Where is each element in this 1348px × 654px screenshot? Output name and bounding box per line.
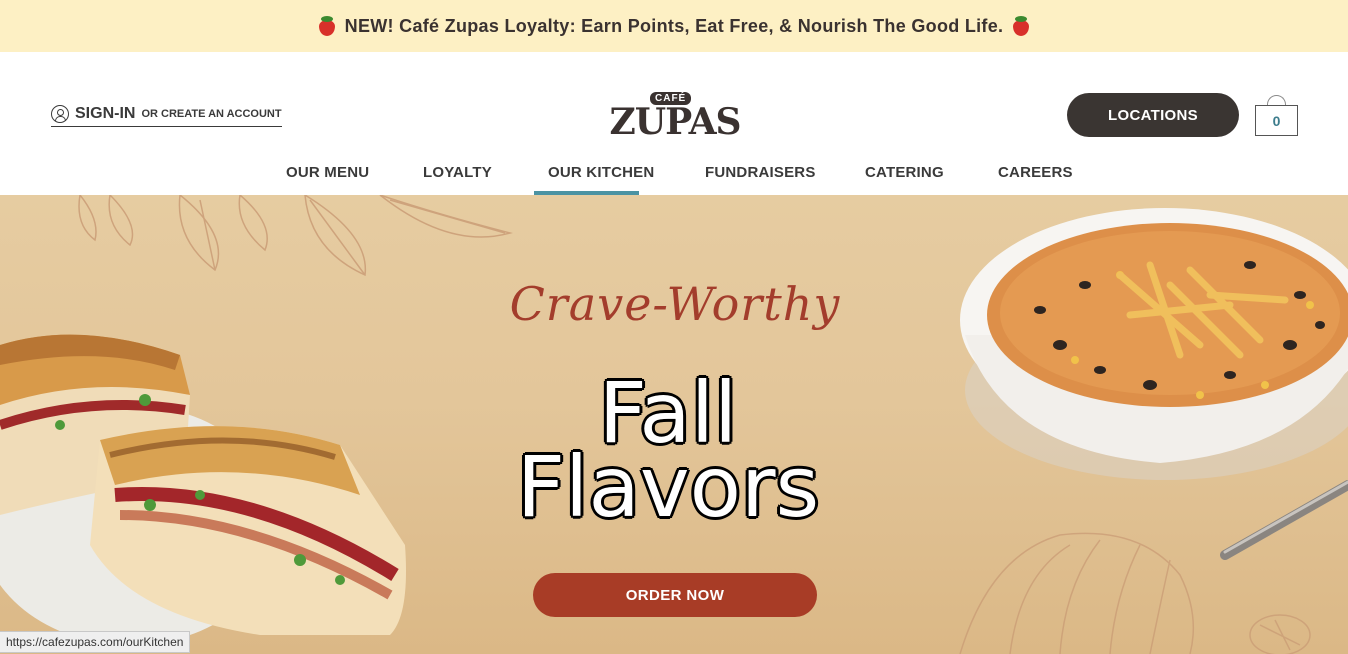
leaf-decoration (78, 195, 513, 277)
shell-decoration (959, 532, 1311, 654)
cart-count: 0 (1255, 105, 1298, 136)
nav-item-fundraisers[interactable]: FUNDRAISERS (705, 164, 816, 181)
hero-title-line2: Flavors (516, 438, 820, 536)
site-logo[interactable]: CAFÉ ZUPAS (604, 92, 746, 142)
sandwich-image (0, 334, 406, 645)
hero-script-title: Crave-Worthy (509, 277, 841, 331)
logo-zupas-text: ZUPAS (609, 101, 741, 143)
strawberry-icon (317, 15, 337, 37)
spoon-image (1220, 480, 1348, 560)
main-nav: OUR MENU LOYALTY OUR KITCHEN FUNDRAISERS… (0, 160, 1348, 195)
sign-in-label[interactable]: SIGN-IN (75, 105, 135, 123)
nav-item-our-kitchen[interactable]: OUR KITCHEN (548, 164, 654, 181)
nav-item-careers[interactable]: CAREERS (998, 164, 1073, 181)
nav-item-catering[interactable]: CATERING (865, 164, 944, 181)
soup-bowl-image (960, 208, 1348, 480)
sign-in-link[interactable]: SIGN-IN OR CREATE AN ACCOUNT (51, 105, 282, 127)
hero-banner: Crave-Worthy Fall Flavors ORDER NOW (0, 195, 1348, 654)
site-header: SIGN-IN OR CREATE AN ACCOUNT CAFÉ ZUPAS … (0, 52, 1348, 195)
nav-item-our-menu[interactable]: OUR MENU (286, 164, 369, 181)
nav-item-loyalty[interactable]: LOYALTY (423, 164, 492, 181)
strawberry-icon (1011, 15, 1031, 37)
status-bar-url: https://cafezupas.com/ourKitchen (0, 631, 191, 653)
user-icon (51, 105, 69, 123)
order-now-button[interactable]: ORDER NOW (533, 573, 817, 617)
promo-banner[interactable]: NEW! Café Zupas Loyalty: Earn Points, Ea… (0, 0, 1348, 52)
create-account-label[interactable]: OR CREATE AN ACCOUNT (141, 108, 281, 120)
locations-button[interactable]: LOCATIONS (1067, 93, 1239, 137)
cart-button[interactable]: 0 (1255, 95, 1298, 137)
promo-text: NEW! Café Zupas Loyalty: Earn Points, Ea… (344, 15, 1004, 36)
